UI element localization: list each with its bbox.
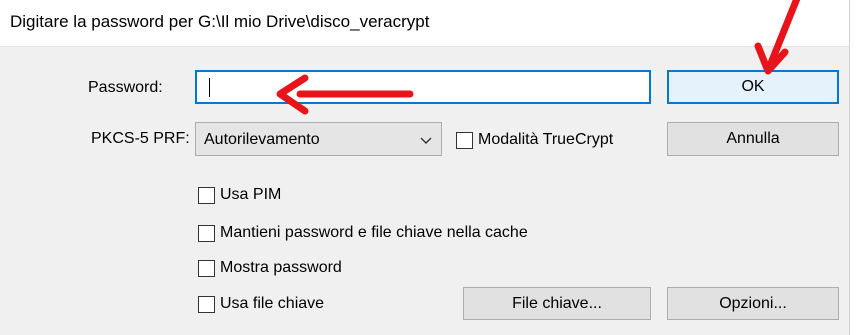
dialog-titlebar: Digitare la password per G:\Il mio Drive… — [0, 0, 849, 47]
show-password-checkbox-box[interactable] — [198, 260, 215, 277]
ok-button[interactable]: OK — [667, 70, 839, 104]
use-keyfiles-checkbox[interactable]: Usa file chiave — [198, 295, 398, 317]
cancel-button[interactable]: Annulla — [667, 122, 839, 156]
truecrypt-mode-checkbox[interactable]: Modalità TrueCrypt — [456, 131, 656, 153]
chevron-down-icon — [420, 137, 432, 144]
use-keyfiles-label: Usa file chiave — [220, 295, 325, 312]
cache-password-label: Mantieni password e file chiave nella ca… — [220, 224, 528, 241]
truecrypt-mode-checkbox-box[interactable] — [456, 132, 473, 149]
truecrypt-mode-label: Modalità TrueCrypt — [478, 131, 614, 148]
use-pim-checkbox-box[interactable] — [198, 187, 215, 204]
password-dialog: Digitare la password per G:\Il mio Drive… — [0, 0, 850, 335]
password-input[interactable] — [195, 70, 651, 104]
keyfiles-button[interactable]: File chiave... — [463, 287, 651, 320]
password-label: Password: — [88, 79, 163, 96]
show-password-label: Mostra password — [220, 259, 342, 276]
options-button[interactable]: Opzioni... — [667, 287, 839, 320]
prf-selected-value: Autorilevamento — [204, 131, 320, 148]
show-password-checkbox[interactable]: Mostra password — [198, 259, 398, 281]
prf-select[interactable]: Autorilevamento — [195, 122, 442, 156]
cache-password-checkbox[interactable]: Mantieni password e file chiave nella ca… — [198, 224, 618, 246]
cache-password-checkbox-box[interactable] — [198, 225, 215, 242]
use-pim-label: Usa PIM — [220, 186, 282, 203]
use-keyfiles-checkbox-box[interactable] — [198, 296, 215, 313]
text-cursor — [209, 78, 210, 97]
use-pim-checkbox[interactable]: Usa PIM — [198, 186, 398, 208]
prf-label: PKCS-5 PRF: — [91, 130, 190, 147]
dialog-title: Digitare la password per G:\Il mio Drive… — [10, 12, 430, 31]
